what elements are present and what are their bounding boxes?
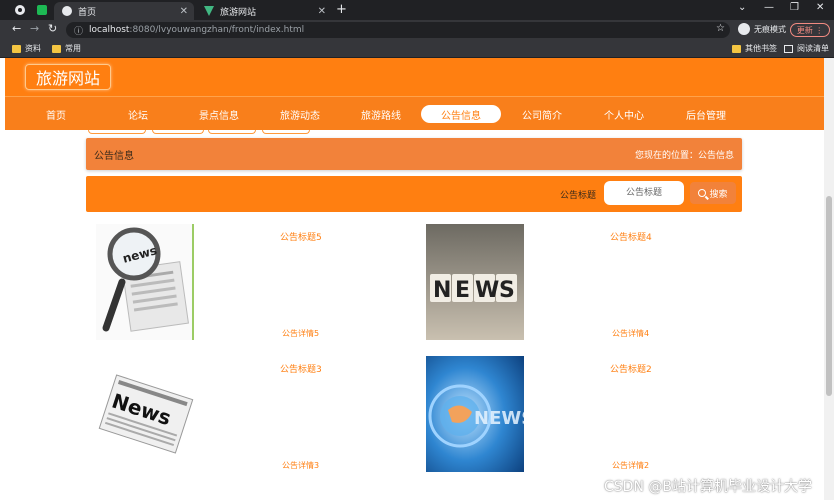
close-icon[interactable]: ✕: [180, 6, 188, 17]
address-bar: ← → ↻ ⓘ localhost :8080/lvyouwangzhan/fr…: [0, 20, 834, 40]
bookmark-folder-changyong[interactable]: 常用: [52, 43, 81, 54]
tab-label: 旅游网站: [220, 5, 256, 18]
url-path: :8080/lvyouwangzhan/front/index.html: [129, 25, 304, 35]
tab-travel-site[interactable]: 旅游网站 ✕: [196, 2, 332, 20]
vue-icon: [204, 6, 214, 16]
nav-admin[interactable]: 后台管理: [666, 105, 746, 123]
notice-title[interactable]: 公告标题2: [610, 362, 652, 375]
forward-icon[interactable]: →: [30, 22, 39, 35]
app-icon[interactable]: [36, 4, 48, 16]
news-dice-icon[interactable]: N E W S: [426, 224, 524, 340]
ghost-tab: [88, 130, 146, 134]
notice-detail[interactable]: 公告详情5: [282, 328, 319, 339]
bookmark-folder-ziliao[interactable]: 资料: [12, 43, 41, 54]
search-button[interactable]: 搜索: [690, 182, 736, 204]
notice-detail[interactable]: 公告详情3: [282, 460, 319, 471]
reading-list-label: 阅读清单: [797, 43, 829, 54]
close-icon[interactable]: ✕: [318, 6, 326, 17]
bookmark-star-icon[interactable]: ☆: [716, 23, 725, 34]
window-close-icon[interactable]: ✕: [816, 2, 824, 13]
nav-travel-news[interactable]: 旅游动态: [260, 105, 340, 123]
minimize-icon[interactable]: —: [764, 2, 774, 13]
notice-card[interactable]: News 公告标题3 公告详情3: [96, 356, 416, 472]
nav-forum[interactable]: 论坛: [98, 105, 178, 123]
page-content: 旅游网站 首页 论坛 景点信息 旅游动态 旅游路线 公告信息 公司简介 个人中心…: [0, 58, 824, 500]
chevron-down-icon[interactable]: ⌄: [738, 2, 746, 13]
nav-routes[interactable]: 旅游路线: [341, 105, 421, 123]
update-button[interactable]: 更新 ⋮: [790, 23, 830, 37]
breadcrumb: 您现在的位置：公告信息: [635, 148, 734, 161]
search-input[interactable]: [604, 181, 684, 205]
magnifier-news-icon[interactable]: news: [96, 224, 194, 340]
site-banner: 旅游网站: [5, 58, 824, 96]
browser-tab-strip: 首页 ✕ 旅游网站 ✕ + ⌄ — ❐ ✕: [0, 0, 834, 20]
update-label: 更新: [797, 25, 813, 36]
svg-text:E: E: [455, 278, 470, 303]
svg-text:N: N: [433, 278, 451, 303]
svg-text:S: S: [499, 278, 515, 303]
incognito-icon: [738, 23, 750, 35]
notice-detail[interactable]: 公告详情4: [612, 328, 649, 339]
ghost-tab: [208, 130, 256, 134]
folder-icon: [52, 45, 61, 53]
reload-icon[interactable]: ↻: [48, 22, 57, 35]
main-nav: 首页 论坛 景点信息 旅游动态 旅游路线 公告信息 公司简介 个人中心 后台管理: [5, 96, 824, 130]
ghost-tab: [262, 130, 310, 134]
restore-icon[interactable]: ❐: [790, 2, 799, 13]
notice-card[interactable]: N E W S 公告标题4 公告详情4: [426, 224, 746, 340]
tab-search-icon[interactable]: [14, 4, 26, 16]
new-tab-icon[interactable]: +: [336, 2, 347, 17]
search-label: 公告标题: [560, 188, 596, 201]
reading-list-icon: [784, 45, 793, 53]
reading-list[interactable]: 阅读清单: [784, 43, 829, 54]
url-host: localhost: [89, 25, 129, 35]
site-logo[interactable]: 旅游网站: [25, 64, 111, 90]
news-blue-icon[interactable]: NEWS: [426, 356, 524, 472]
notice-title[interactable]: 公告标题4: [610, 230, 652, 243]
incognito-indicator[interactable]: 无痕模式: [738, 23, 786, 35]
notice-title[interactable]: 公告标题3: [280, 362, 322, 375]
back-icon[interactable]: ←: [12, 22, 21, 35]
section-title: 公告信息: [94, 147, 134, 162]
scrollbar-thumb[interactable]: [826, 196, 832, 396]
news-paper-icon[interactable]: News: [96, 356, 194, 472]
bookmark-label: 常用: [65, 43, 81, 54]
svg-text:W: W: [475, 278, 499, 303]
globe-icon: [62, 6, 72, 16]
tab-label: 首页: [78, 5, 96, 18]
notice-card[interactable]: NEWS 公告标题2 公告详情2: [426, 356, 746, 472]
nav-profile[interactable]: 个人中心: [584, 105, 664, 123]
folder-icon: [732, 45, 741, 53]
watermark-text: CSDN @B站计算机毕业设计大学: [604, 476, 812, 496]
notice-title[interactable]: 公告标题5: [280, 230, 322, 243]
svg-text:NEWS: NEWS: [474, 408, 524, 429]
nav-notices[interactable]: 公告信息: [421, 105, 501, 123]
bookmarks-bar: 资料 常用 其他书签 阅读清单: [0, 40, 834, 58]
nav-company[interactable]: 公司简介: [502, 105, 582, 123]
ghost-tab: [152, 130, 204, 134]
url-field[interactable]: ⓘ localhost :8080/lvyouwangzhan/front/in…: [66, 22, 730, 38]
nav-attractions[interactable]: 景点信息: [179, 105, 259, 123]
nav-home[interactable]: 首页: [16, 105, 96, 123]
bookmark-label: 资料: [25, 43, 41, 54]
folder-icon: [12, 45, 21, 53]
tab-home[interactable]: 首页 ✕: [54, 2, 194, 20]
incognito-label: 无痕模式: [754, 24, 786, 35]
notice-detail[interactable]: 公告详情2: [612, 460, 649, 471]
site-info-icon[interactable]: ⓘ: [74, 24, 83, 37]
bookmark-label: 其他书签: [745, 43, 777, 54]
search-button-label: 搜索: [709, 187, 727, 200]
section-header: 公告信息 您现在的位置：公告信息: [86, 138, 742, 170]
search-bar: 公告标题 搜索: [86, 176, 742, 212]
search-icon: [698, 189, 706, 197]
notice-card[interactable]: news 公告标题5 公告详情5: [96, 224, 416, 340]
bookmark-other[interactable]: 其他书签: [732, 43, 777, 54]
